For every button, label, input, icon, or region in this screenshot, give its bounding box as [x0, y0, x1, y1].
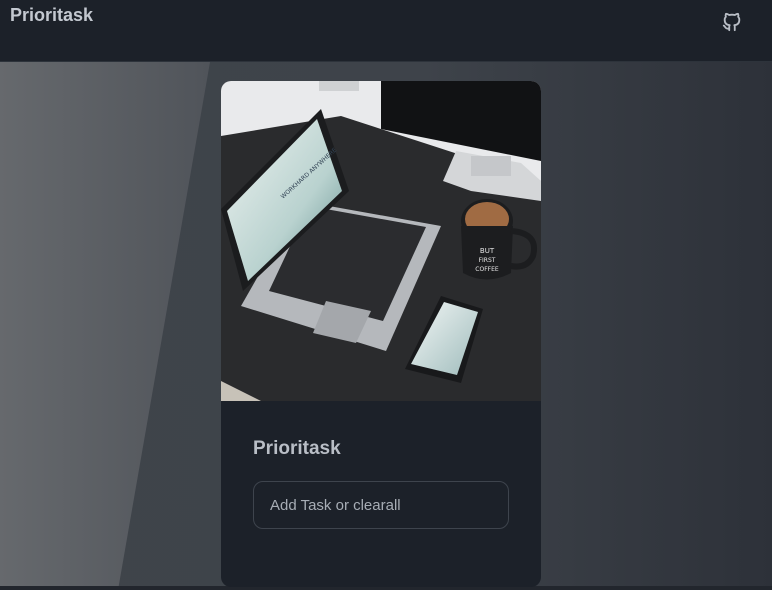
- github-link[interactable]: [719, 9, 745, 35]
- svg-text:BUT: BUT: [480, 247, 495, 255]
- card-title: Prioritask: [253, 438, 341, 459]
- workspace-photo: WORKHARD ANYWHERE BUT FIRST COFFEE: [221, 81, 541, 401]
- github-icon: [722, 12, 741, 32]
- add-task-input[interactable]: [253, 481, 509, 529]
- svg-text:FIRST: FIRST: [479, 257, 496, 264]
- svg-text:COFFEE: COFFEE: [475, 266, 499, 273]
- navbar: Prioritask: [0, 0, 772, 62]
- task-card: WORKHARD ANYWHERE BUT FIRST COFFEE Prior…: [221, 81, 541, 587]
- brand-title[interactable]: Prioritask: [10, 5, 93, 26]
